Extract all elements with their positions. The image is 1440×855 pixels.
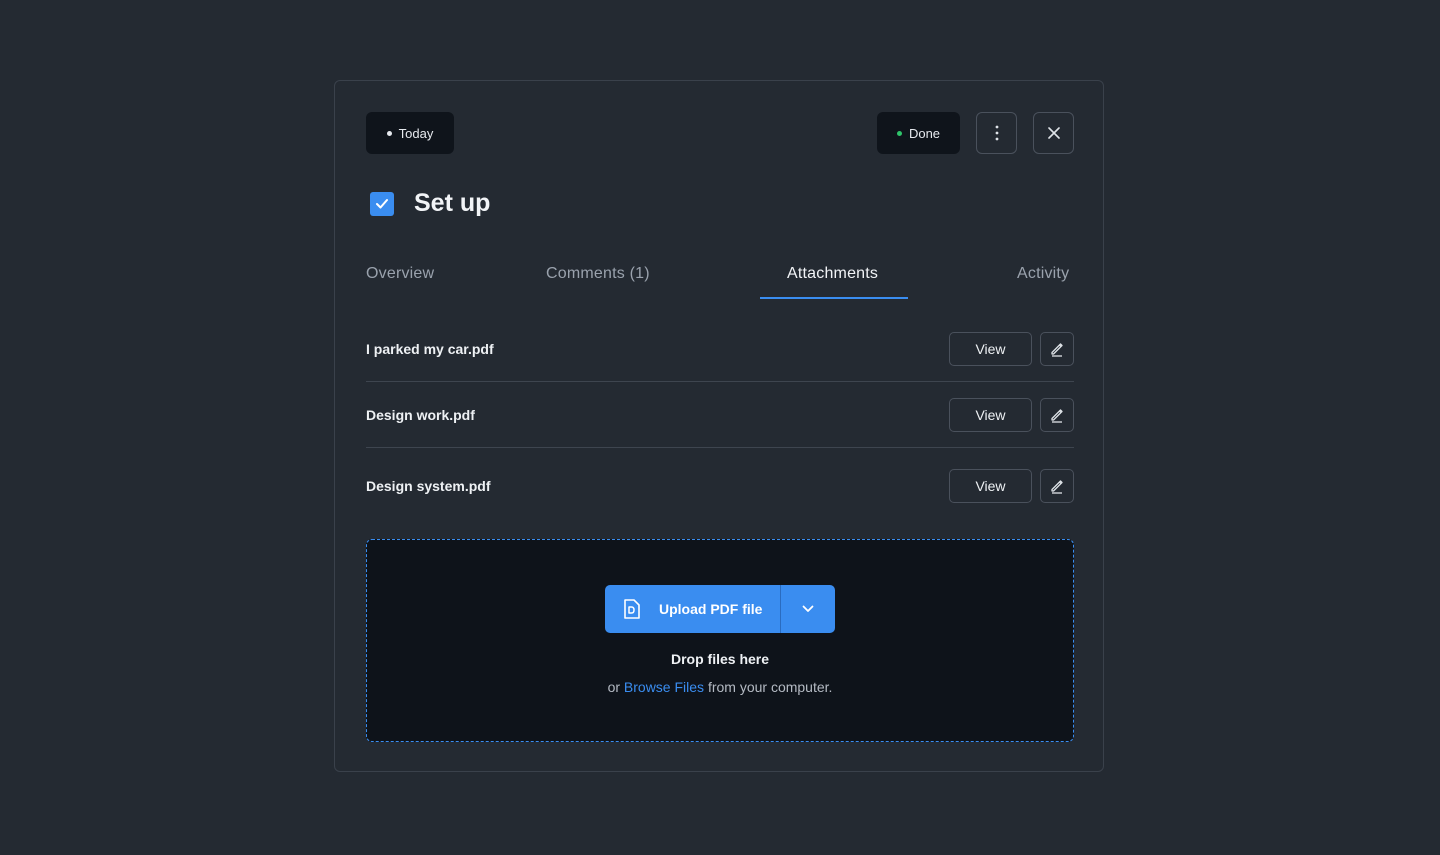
attachment-row: Design work.pdf View: [366, 382, 1074, 448]
tab-bar: Overview Comments (1) Attachments Activi…: [366, 257, 1074, 299]
view-button[interactable]: View: [949, 397, 1032, 432]
edit-button[interactable]: [1040, 397, 1074, 432]
attachment-row: Design system.pdf View: [366, 448, 1074, 524]
more-options-button[interactable]: [976, 112, 1017, 154]
dropzone-title: Drop files here: [670, 651, 770, 667]
edit-button[interactable]: [1040, 469, 1074, 503]
active-tab-indicator: [760, 297, 908, 299]
chevron-down-icon: [802, 605, 814, 612]
status-badge[interactable]: Done: [877, 112, 960, 154]
pdf-file-icon: [624, 599, 640, 619]
task-panel: Today Done Set up Overview Comments (1) …: [334, 80, 1104, 772]
pencil-icon: [1051, 480, 1063, 494]
edit-button[interactable]: [1040, 331, 1074, 366]
due-date-badge[interactable]: Today: [366, 112, 454, 154]
upload-split-button: Upload PDF file: [605, 585, 835, 633]
tab-overview[interactable]: Overview: [366, 265, 434, 283]
file-dropzone[interactable]: Upload PDF file Drop files here or Brows…: [366, 539, 1074, 742]
close-icon: [1047, 127, 1060, 139]
upload-label: Upload PDF file: [659, 601, 763, 617]
task-title: Set up: [414, 189, 491, 217]
attachment-name: Design work.pdf: [366, 406, 475, 423]
checkmark-icon: [376, 198, 388, 208]
status-label: Done: [908, 125, 941, 141]
browse-files-link[interactable]: Browse Files: [624, 679, 704, 695]
attachment-row: I parked my car.pdf View: [366, 316, 1074, 382]
attachment-name: Design system.pdf: [366, 478, 491, 494]
dropzone-subtitle: or Browse Files from your computer.: [367, 679, 1073, 695]
task-title-row: Set up: [370, 189, 490, 218]
upload-pdf-button[interactable]: Upload PDF file: [605, 585, 780, 633]
more-vertical-icon: [995, 125, 998, 141]
tab-activity[interactable]: Activity: [1017, 265, 1069, 283]
attachment-name: I parked my car.pdf: [366, 340, 494, 357]
dot-icon: [386, 130, 392, 136]
tab-attachments[interactable]: Attachments: [787, 265, 878, 283]
view-button[interactable]: View: [949, 331, 1032, 366]
tab-comments[interactable]: Comments (1): [546, 265, 650, 283]
dropzone-sub-suffix: from your computer.: [707, 679, 833, 695]
pencil-icon: [1051, 408, 1063, 423]
close-button[interactable]: [1033, 112, 1074, 154]
view-button[interactable]: View: [949, 469, 1032, 503]
task-checkbox[interactable]: [370, 191, 394, 216]
pencil-icon: [1051, 342, 1063, 357]
due-date-label: Today: [398, 125, 434, 141]
upload-options-button[interactable]: [781, 585, 835, 633]
dropzone-sub-prefix: or: [607, 679, 621, 695]
status-dot-icon: [896, 130, 902, 136]
